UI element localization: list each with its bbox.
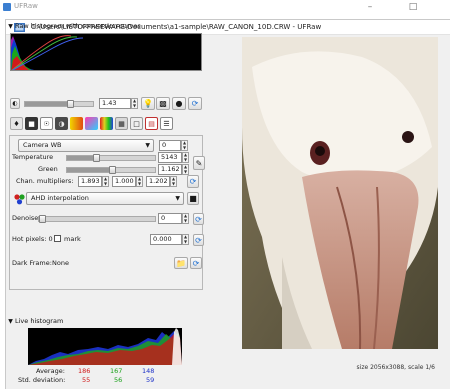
exposure-value[interactable]: 1.43 (99, 98, 131, 109)
temperature-slider[interactable] (66, 154, 156, 162)
std-blue: 59 (146, 376, 155, 384)
denoise-spinner[interactable]: ▲ ▼ (182, 213, 189, 224)
tab-grayscale-icon[interactable] (100, 117, 113, 130)
green-slider[interactable] (66, 166, 156, 174)
average-label: Average: (36, 367, 65, 375)
wb-fine-tune-spinner[interactable]: ▲ ▼ (181, 140, 188, 151)
tab-lens-icon[interactable]: ☉ (40, 117, 53, 130)
exposure-spinner[interactable]: ▲ ▼ (131, 98, 138, 109)
chan-blue-spinner[interactable]: ▲ ▼ (170, 176, 177, 187)
reset-hot-pixels-icon[interactable]: ⟳ (193, 234, 204, 246)
chan-green-spinner[interactable]: ▲ ▼ (136, 176, 143, 187)
green-slider-knob[interactable] (109, 166, 116, 174)
tab-correction-icon[interactable] (70, 117, 83, 130)
tab-lightness-icon[interactable] (85, 117, 98, 130)
eyedropper-icon[interactable]: ✎ (193, 156, 205, 170)
green-label: Green (38, 165, 58, 173)
bulb-icon[interactable]: 💡 (141, 97, 155, 110)
denoise-slider-knob[interactable] (39, 215, 46, 223)
reset-denoise-icon[interactable]: ⟳ (193, 213, 204, 225)
temperature-value[interactable]: 5143 (158, 152, 182, 163)
std-green: 56 (114, 376, 123, 384)
std-red: 55 (82, 376, 91, 384)
interpolation-options-icon[interactable]: ■ (187, 192, 199, 205)
pelican-photo (242, 37, 438, 349)
chan-red-spinner[interactable]: ▲ ▼ (102, 176, 109, 187)
exposure-slider[interactable] (24, 100, 94, 108)
ufraw-app-icon (3, 3, 11, 11)
dark-frame-label: Dark Frame: (12, 259, 52, 267)
chan-multiplier-blue[interactable]: 1.202 (146, 176, 170, 187)
denoise-slider[interactable] (38, 215, 156, 223)
chan-multipliers-label: Chan. multipliers: (16, 177, 74, 185)
exposure-icon: ◐ (10, 98, 20, 109)
average-green: 167 (110, 367, 123, 375)
interpolation-icon (12, 193, 26, 206)
raw-histogram (10, 33, 202, 71)
chan-multiplier-red[interactable]: 1.893 (78, 176, 102, 187)
controls-panel: ▼ Raw histogram with conversion curves ◐ … (6, 17, 205, 384)
average-blue: 148 (142, 367, 155, 375)
green-spinner[interactable]: ▲ ▼ (182, 164, 189, 175)
temperature-label: Temperature (12, 153, 54, 161)
raw-histogram-header[interactable]: ▼ Raw histogram with conversion curves (6, 21, 203, 32)
wb-fine-tune-value[interactable]: 0 (159, 140, 181, 151)
open-folder-icon[interactable]: 📁 (174, 257, 188, 269)
exposure-row: ◐ 1.43 ▲ ▼ 💡 ▩ ● ⟳ (6, 97, 203, 111)
dark-frame-value: None (52, 259, 69, 267)
reset-dark-frame-icon[interactable]: ⟳ (190, 257, 202, 269)
picture-icon[interactable]: ▩ (156, 97, 170, 110)
tab-raw-icon[interactable]: ♦ (10, 117, 23, 130)
image-preview[interactable] (242, 37, 438, 349)
live-histogram-graph (28, 328, 182, 365)
hot-pixels-spinner[interactable]: ▲ ▼ (182, 234, 189, 245)
chan-multiplier-green[interactable]: 1.000 (112, 176, 136, 187)
green-value[interactable]: 1.162 (158, 164, 182, 175)
white-balance-panel: Camera WB ▼ 0 ▲ ▼ Temperature 5143 ▲ ▼ Gree… (9, 135, 205, 290)
tab-color-mgmt-icon[interactable]: ◑ (55, 117, 68, 130)
denoise-label: Denoise: (12, 214, 41, 222)
maximize-button[interactable]: □ (403, 0, 423, 14)
collapse-arrow-icon: ▼ (8, 23, 13, 30)
mark-label: mark (64, 235, 81, 243)
hot-pixels-label: Hot pixels: 0 (12, 235, 53, 243)
exposure-slider-knob[interactable] (67, 100, 74, 108)
collapse-arrow-icon: ▼ (8, 318, 13, 325)
outer-window-titlebar: UFRaw – □ (0, 0, 450, 14)
tab-base-curve-icon[interactable]: ■ (25, 117, 38, 130)
std-deviation-label: Std. deviation: (18, 376, 66, 384)
reset-exposure-icon[interactable]: ⟳ (188, 97, 202, 110)
live-histogram-header[interactable]: ▼ Live histogram (6, 316, 203, 327)
tab-exif-icon[interactable]: ▤ (145, 117, 158, 130)
raw-histogram-curves (11, 35, 84, 70)
status-bar: size 2056x3088, scale 1/6 (356, 364, 435, 371)
denoise-value[interactable]: 0 (158, 213, 182, 224)
tab-exif-table-icon[interactable]: ☰ (160, 117, 173, 130)
mark-hot-pixels-checkbox[interactable] (54, 235, 61, 242)
interpolation-select[interactable]: AHD interpolation ▼ (26, 192, 184, 205)
tabs-row: ♦ ■ ☉ ◑ ▦ □ ▤ ☰ (6, 117, 203, 131)
tab-save-icon[interactable]: □ (130, 117, 143, 130)
reset-wb-icon[interactable]: ⟳ (187, 175, 199, 188)
hot-pixels-value[interactable]: 0.000 (150, 234, 182, 245)
average-red: 186 (78, 367, 91, 375)
temperature-slider-knob[interactable] (93, 154, 100, 162)
temperature-spinner[interactable]: ▲ ▼ (182, 152, 189, 163)
minimize-button[interactable]: – (360, 0, 380, 14)
dots-icon[interactable]: ● (172, 97, 186, 110)
white-balance-select[interactable]: Camera WB ▼ (18, 139, 154, 152)
tab-crop-icon[interactable]: ▦ (115, 117, 128, 130)
outer-window-title: UFRaw (14, 2, 38, 10)
live-histogram (28, 328, 182, 365)
